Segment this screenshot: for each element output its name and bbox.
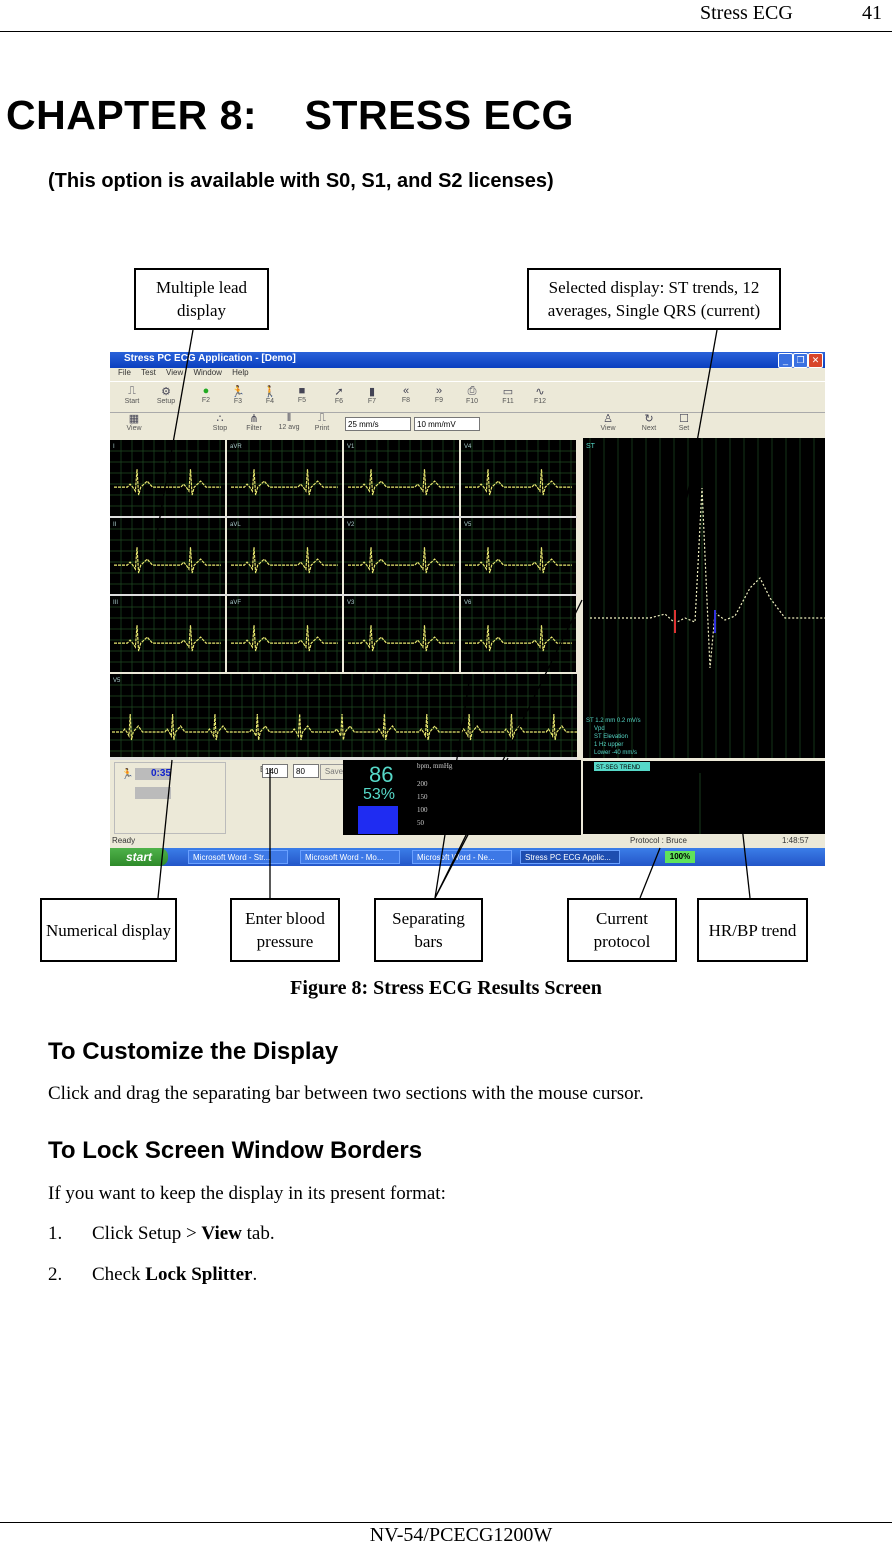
lock-paragraph: If you want to keep the display in its p… — [48, 1183, 446, 1204]
step-text: tab. — [241, 1223, 275, 1244]
step-2: 2. Check Lock Splitter. — [48, 1264, 257, 1286]
leader-numerical — [157, 759, 173, 899]
step-1: 1. Click Setup > View tab. — [48, 1223, 275, 1245]
leader-separating-bar-2 — [434, 599, 583, 899]
callout-blood-pressure: Enter blood pressure — [230, 898, 340, 962]
step-number: 2. — [48, 1264, 63, 1285]
leader-multiple-lead — [154, 329, 194, 546]
leader-current-protocol — [639, 847, 661, 899]
callout-separating-bars: Separating bars — [374, 898, 483, 962]
step-text: . — [252, 1264, 258, 1285]
section-heading-customize: To Customize the Display — [48, 1038, 339, 1065]
step-text: Check — [92, 1264, 146, 1285]
customize-paragraph: Click and drag the separating bar betwee… — [48, 1083, 644, 1104]
section-heading-lock: To Lock Screen Window Borders — [48, 1137, 423, 1164]
figure-caption: Figure 8: Stress ECG Results Screen — [290, 977, 602, 999]
leader-selected-display — [677, 329, 718, 549]
leader-hr-bp — [737, 789, 751, 899]
callout-hr-bp-trend: HR/BP trend — [697, 898, 808, 962]
footer-rule — [0, 1522, 892, 1523]
step-text: Click Setup > — [92, 1223, 202, 1244]
step-number: 1. — [48, 1223, 63, 1244]
step-bold: Lock Splitter — [145, 1264, 253, 1285]
callout-numerical: Numerical display — [40, 898, 177, 962]
step-bold: View — [201, 1223, 242, 1244]
callout-leaders — [154, 329, 751, 899]
document-id: NV-54/PCECG1200W — [369, 1524, 553, 1546]
callout-current-protocol: Current protocol — [567, 898, 677, 962]
